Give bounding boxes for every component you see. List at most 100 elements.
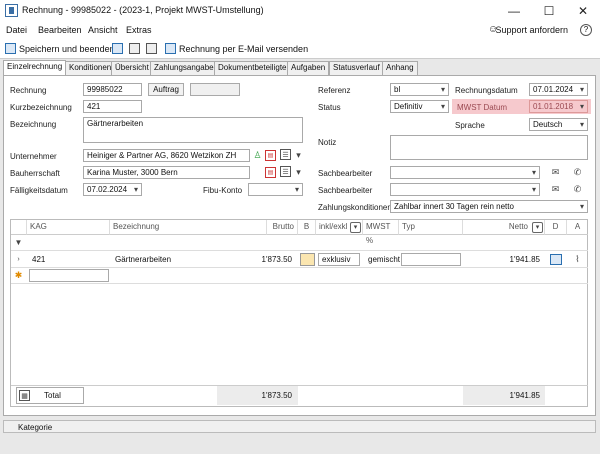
tab-uebersicht[interactable]: Übersicht — [111, 61, 153, 75]
positions-grid: KAG Bezeichnung Brutto B inkl/exkl ▾ MWS… — [10, 219, 588, 407]
sachbearbeiter-2-field[interactable] — [390, 183, 540, 196]
referenz-label: Referenz — [318, 86, 351, 95]
menu-datei[interactable]: Datei — [6, 25, 27, 35]
menu-bearbeiten[interactable]: Bearbeiten — [38, 25, 82, 35]
phone-icon[interactable]: ✆ — [572, 167, 583, 178]
person-icon[interactable]: ♙ — [252, 150, 263, 161]
new-row-icon: ✱ — [14, 270, 23, 280]
grid-header-kag[interactable]: KAG — [27, 220, 110, 235]
grid-header-brutto[interactable]: Brutto — [267, 220, 298, 235]
help-icon[interactable]: ? — [580, 24, 592, 36]
mwst-datum-field[interactable]: 01.01.2018 — [529, 100, 588, 113]
new-row-kag-input[interactable] — [29, 269, 109, 282]
cell-inkl-exkl[interactable]: exklusiv — [318, 253, 360, 266]
menu-bar: Datei Bearbeiten Ansicht Extras ☺ Suppor… — [0, 22, 600, 39]
cell-brutto[interactable]: 1'873.50 — [241, 252, 295, 268]
status-bar: Kategorie — [3, 420, 596, 433]
attachment-icon[interactable]: ⌇ — [572, 254, 583, 265]
status-field[interactable]: Definitiv — [390, 100, 449, 113]
grid-header-typ[interactable]: Typ — [399, 220, 463, 235]
referenz-field[interactable]: bl — [390, 83, 449, 96]
kategorie-label[interactable]: Kategorie — [18, 423, 52, 432]
rechnungsdatum-label: Rechnungsdatum — [455, 86, 518, 95]
chevron-down-icon[interactable]: ▾ — [293, 150, 304, 161]
bauherrschaft-field[interactable]: Karina Muster, 3000 Bern — [83, 166, 250, 179]
grid-header-d[interactable]: D — [545, 220, 567, 235]
address-book-icon[interactable]: ☰ — [280, 149, 291, 160]
filter-icon[interactable]: ▼ — [13, 237, 24, 248]
save-close-icon — [5, 43, 16, 54]
mail-icon[interactable]: ✉ — [550, 167, 561, 178]
vcard-icon[interactable]: ▤ — [265, 167, 276, 178]
kurzbezeichnung-label: Kurzbezeichnung — [10, 103, 72, 112]
toolbar: Speichern und beenden Rechnung per E-Mai… — [0, 39, 600, 59]
address-book-icon[interactable]: ☰ — [280, 166, 291, 177]
auftrag-field — [190, 83, 240, 96]
chevron-down-icon[interactable]: ▾ — [293, 167, 304, 178]
total-netto: 1'941.85 — [509, 391, 540, 400]
sachbearbeiter-2-label: Sachbearbeiter — [318, 186, 373, 195]
chevron-down-icon[interactable]: ▾ — [532, 222, 543, 233]
menu-extras[interactable]: Extras — [126, 25, 152, 35]
rechnung-field[interactable]: 99985022 — [83, 83, 142, 96]
app-icon — [5, 4, 18, 17]
sachbearbeiter-1-label: Sachbearbeiter — [318, 169, 373, 178]
auftrag-button[interactable]: Auftrag — [148, 83, 184, 96]
kurzbezeichnung-field[interactable]: 421 — [83, 100, 142, 113]
fibu-konto-label: Fibu-Konto — [203, 186, 243, 195]
print-icon[interactable] — [129, 43, 140, 54]
chevron-down-icon[interactable]: ▾ — [350, 222, 361, 233]
save-close-button[interactable]: Speichern und beenden — [19, 44, 115, 54]
calculator-icon: ▦ — [19, 390, 30, 401]
detail-icon[interactable] — [550, 254, 562, 265]
fibu-konto-field[interactable] — [248, 183, 303, 196]
bezeichnung-label: Bezeichnung — [10, 120, 57, 129]
tab-dokumentbeteiligte[interactable]: Dokumentbeteiligte — [214, 61, 291, 75]
notiz-field[interactable] — [390, 135, 588, 160]
close-button[interactable]: ✕ — [566, 2, 600, 20]
grid-header-b[interactable]: B — [298, 220, 316, 235]
rechnungsdatum-field[interactable]: 07.01.2024 — [529, 83, 588, 96]
grid-header-bezeichnung[interactable]: Bezeichnung — [110, 220, 267, 235]
save-icon[interactable] — [112, 43, 123, 54]
minimize-button[interactable]: — — [497, 2, 531, 20]
cell-mwst[interactable]: gemischt — [365, 252, 403, 268]
menu-ansicht[interactable]: Ansicht — [88, 25, 118, 35]
tab-einzelrechnung[interactable]: Einzelrechnung — [3, 60, 67, 75]
zahlungskonditionen-field[interactable]: Zahlbar innert 30 Tagen rein netto — [390, 200, 588, 213]
unternehmer-field[interactable]: Heiniger & Partner AG, 8620 Wetzikon ZH — [83, 149, 250, 162]
support-link[interactable]: Support anfordern — [495, 25, 568, 35]
edit-icon[interactable] — [300, 253, 315, 266]
window-title: Rechnung - 99985022 - (2023-1, Projekt M… — [22, 5, 264, 15]
sprache-field[interactable]: Deutsch — [529, 118, 588, 131]
cell-netto[interactable]: 1'941.85 — [481, 252, 543, 268]
mwst-datum-label: MWST Datum — [457, 103, 508, 112]
grid-header-a[interactable]: A — [567, 220, 588, 235]
tab-anhang[interactable]: Anhang — [382, 61, 418, 75]
grid-header-mwst[interactable]: MWST % — [363, 220, 399, 245]
email-button[interactable]: Rechnung per E-Mail versenden — [179, 44, 308, 54]
tab-zahlungsangaben[interactable]: Zahlungsangaben — [150, 61, 223, 75]
vcard-icon[interactable]: ▤ — [265, 150, 276, 161]
total-brutto: 1'873.50 — [261, 391, 292, 400]
tab-statusverlauf[interactable]: Statusverlauf — [329, 61, 384, 75]
cell-kag[interactable]: 421 — [29, 252, 48, 268]
row-pointer-icon: › — [17, 256, 20, 263]
cell-bezeichnung[interactable]: Gärtnerarbeiten — [112, 252, 174, 268]
zahlungskonditionen-label: Zahlungskonditionen — [318, 203, 392, 212]
notiz-label: Notiz — [318, 138, 337, 147]
rechnung-label: Rechnung — [10, 86, 47, 95]
email-icon — [165, 43, 176, 54]
tab-aufgaben[interactable]: Aufgaben — [287, 61, 330, 75]
faelligkeitsdatum-field[interactable]: 07.02.2024 — [83, 183, 142, 196]
filter-row[interactable] — [11, 235, 588, 251]
sachbearbeiter-1-field[interactable] — [390, 166, 540, 179]
phone-icon[interactable]: ✆ — [572, 184, 583, 195]
print-settings-icon[interactable] — [146, 43, 157, 54]
maximize-button[interactable]: ☐ — [532, 2, 566, 20]
cell-typ[interactable] — [401, 253, 461, 266]
bezeichnung-field[interactable]: Gärtnerarbeiten — [83, 117, 303, 143]
tab-konditionen[interactable]: Konditionen — [65, 61, 116, 75]
mail-icon[interactable]: ✉ — [550, 184, 561, 195]
title-bar: Rechnung - 99985022 - (2023-1, Projekt M… — [0, 0, 600, 22]
